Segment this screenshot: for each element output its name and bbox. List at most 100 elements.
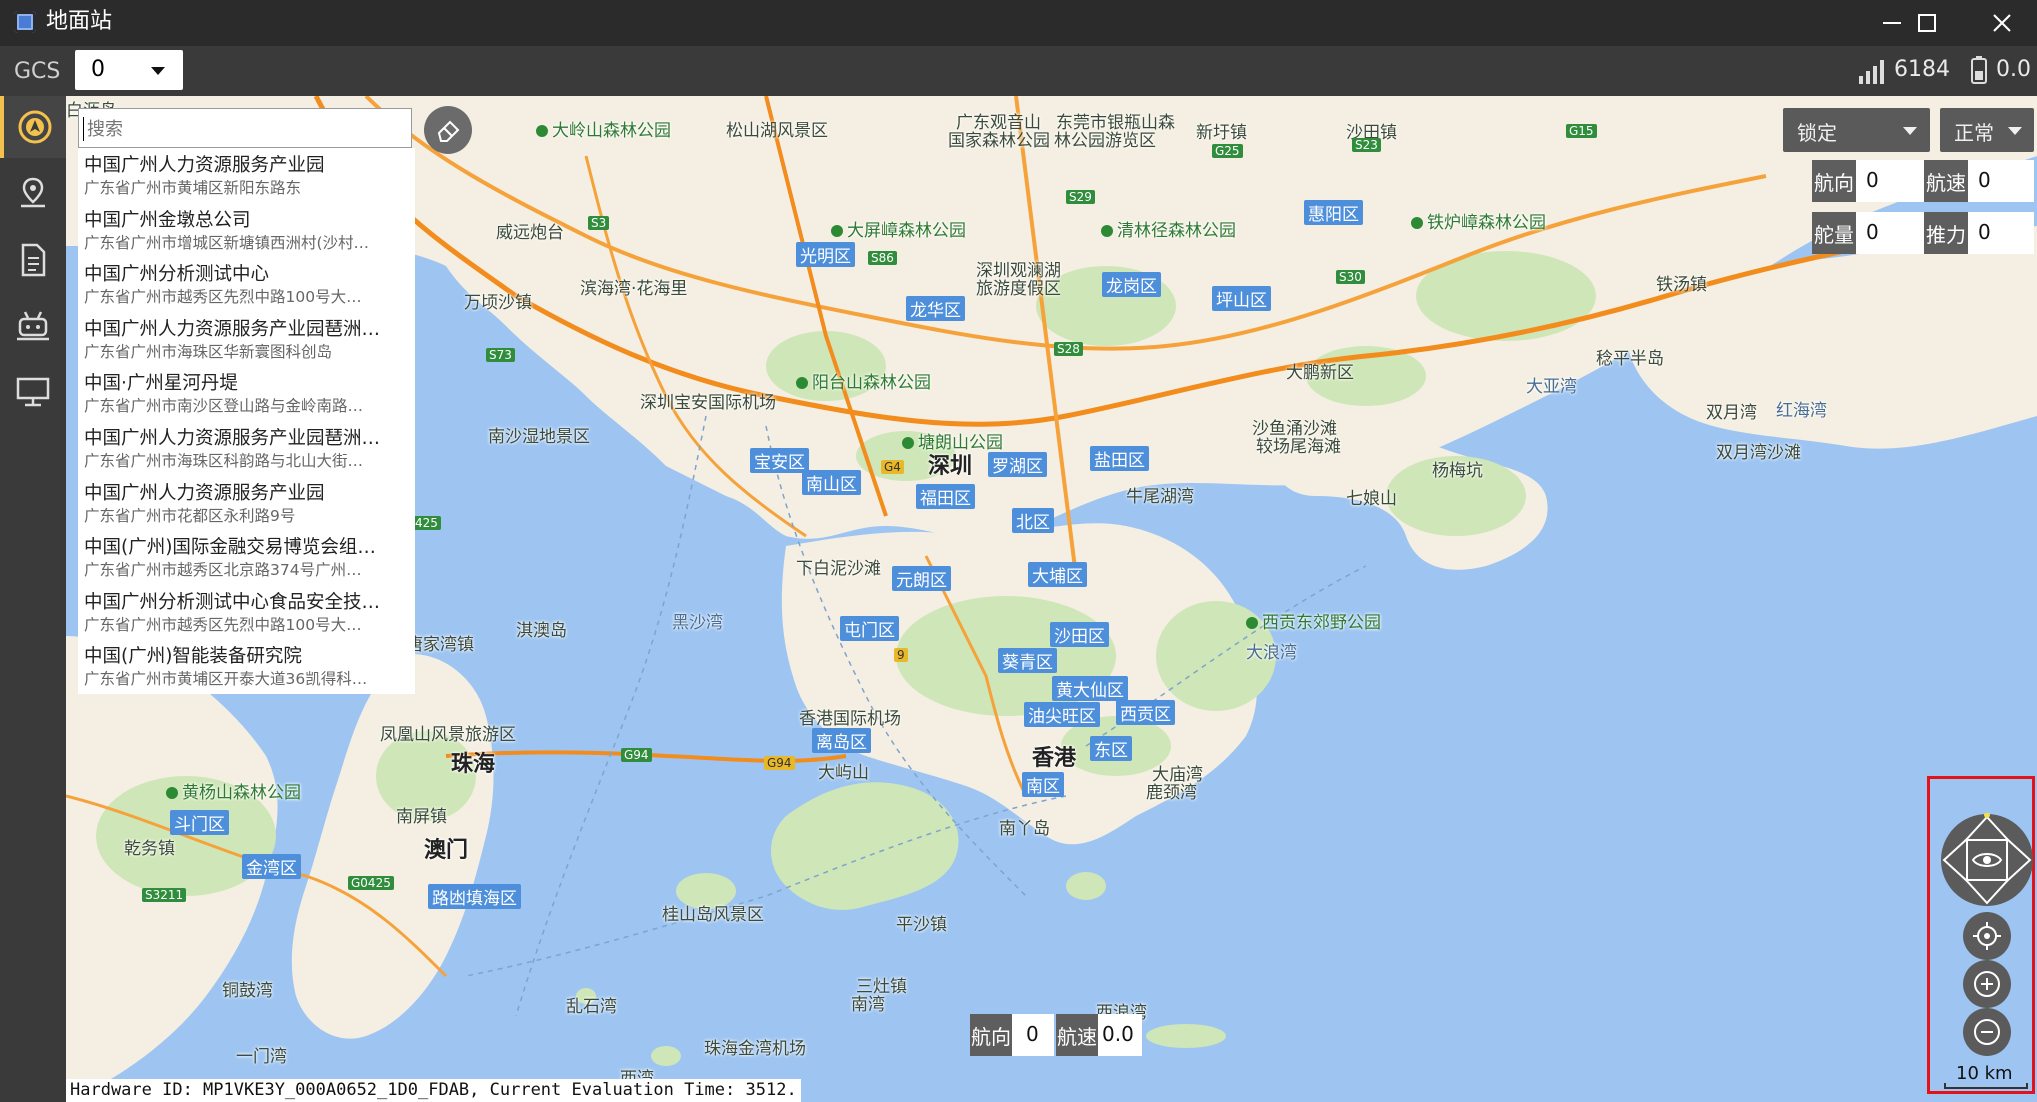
eraser-icon: [437, 120, 460, 142]
road-badge: S28: [1054, 342, 1083, 356]
zoom-out-button[interactable]: [1963, 1008, 2011, 1056]
heading-label: 航向: [1812, 160, 1856, 202]
search-result-title: 中国·广州星河丹堤: [84, 373, 238, 395]
map-label-text: 红海湾: [1776, 401, 1827, 421]
lock-dropdown[interactable]: 锁定: [1783, 108, 1930, 152]
map-label-text: 元朗区: [896, 571, 947, 591]
map-label: 惠阳区: [1304, 200, 1363, 225]
map-label-text: 松山湖风景区: [726, 121, 828, 141]
map-label: 杨梅坑: [1432, 456, 1483, 481]
map-label: 珠海: [451, 746, 495, 778]
road-badge: S23: [1352, 138, 1381, 152]
map-label-text: 南湾: [851, 995, 885, 1015]
map-label-text: 牛尾湖湾: [1126, 487, 1194, 507]
chevron-down-icon: [2008, 127, 2022, 135]
rudder-input[interactable]: 0: [1856, 212, 1924, 254]
search-result-item[interactable]: 中国(广州)智能装备研究院 广东省广州市黄埔区开泰大道36凯得科…: [78, 639, 415, 694]
map-label-text: 龙岗区: [1106, 277, 1157, 297]
map-label-text: 铜鼓湾: [222, 981, 273, 1001]
map-label: 鹿颈湾: [1146, 778, 1197, 803]
text-cursor: [83, 117, 84, 141]
map-label-text: 南区: [1026, 777, 1060, 797]
search-result-item[interactable]: 中国广州分析测试中心食品安全技… 广东省广州市越秀区先烈中路100号大…: [78, 585, 415, 640]
bottom-heading-label: 航向: [970, 1014, 1012, 1056]
map-label-text: 南屏镇: [396, 807, 447, 827]
map-label: 大屿山: [818, 758, 869, 783]
search-result-item[interactable]: 中国广州人力资源服务产业园 广东省广州市黄埔区新阳东路东: [78, 148, 415, 203]
sidebar-item-display[interactable]: [0, 361, 66, 423]
search-result-item[interactable]: 中国广州人力资源服务产业园 广东省广州市花都区永利路9号: [78, 476, 415, 531]
zoom-in-button[interactable]: [1963, 960, 2011, 1008]
map-label-text: 珠海金湾机场: [704, 1039, 806, 1059]
map-label: 南区: [1022, 772, 1064, 797]
sidebar-item-log[interactable]: [0, 229, 66, 291]
map-label: 林公园游览区: [1054, 126, 1156, 151]
clear-button[interactable]: [424, 106, 472, 154]
map-label-text: 大亚湾: [1526, 377, 1577, 397]
search-result-address: 广东省广州市海珠区科韵路与北山大街…: [84, 452, 364, 470]
map-label-text: 金湾区: [246, 859, 297, 879]
map-label-text: 七娘山: [1346, 489, 1397, 509]
gcs-dropdown[interactable]: 0: [75, 50, 183, 90]
close-icon[interactable]: [1967, 0, 2037, 46]
map-label-text: 大鹏新区: [1286, 363, 1354, 383]
window-title: 地面站: [46, 9, 113, 34]
map-label: 北区: [1012, 508, 1054, 533]
map-label-text: 香港国际机场: [799, 709, 901, 729]
search-result-item[interactable]: 中国·广州星河丹堤 广东省广州市南沙区登山路与金岭南路…: [78, 366, 415, 421]
map-label-text: 澳门: [424, 838, 469, 863]
maximize-icon[interactable]: [1892, 0, 1962, 46]
map-label-text: 铁汤镇: [1656, 275, 1707, 295]
map-label-text: 葵青区: [1002, 653, 1053, 673]
view-direction-pad[interactable]: [1940, 813, 2034, 907]
map-label-text: 沙田区: [1054, 627, 1105, 647]
map-label: 乱石湾: [566, 992, 617, 1017]
map-label-text: 唐家湾镇: [406, 635, 474, 655]
map-label: 南屏镇: [396, 802, 447, 827]
hardware-id-text: Hardware ID: MP1VKE3Y_000A0652_1D0_FDAB,…: [66, 1079, 801, 1102]
map-label-text: 一门湾: [236, 1047, 287, 1067]
heading-input[interactable]: 0: [1856, 160, 1924, 202]
map-label-text: 国家森林公园: [948, 131, 1050, 151]
sidebar-item-waypoints[interactable]: [0, 162, 66, 224]
search-result-item[interactable]: 中国广州金墩总公司 广东省广州市增城区新塘镇西洲村(沙村…: [78, 203, 415, 258]
map-label: 南山区: [802, 470, 861, 495]
search-result-title: 中国广州人力资源服务产业园琶洲…: [84, 428, 381, 449]
map-label-text: 鹿颈湾: [1146, 783, 1197, 803]
locate-button[interactable]: [1963, 912, 2011, 960]
map-label-text: 路凼填海区: [432, 889, 517, 909]
thrust-input[interactable]: 0: [1968, 212, 2034, 254]
mode-dropdown[interactable]: 正常: [1940, 108, 2034, 152]
search-box[interactable]: [78, 108, 412, 148]
search-result-item[interactable]: 中国广州人力资源服务产业园琶洲… 广东省广州市海珠区科韵路与北山大街…: [78, 421, 415, 476]
map-label-text: 大埔区: [1032, 567, 1083, 587]
search-input[interactable]: [85, 115, 399, 143]
search-result-item[interactable]: 中国广州分析测试中心 广东省广州市越秀区先烈中路100号大…: [78, 257, 415, 312]
search-result-item[interactable]: 中国(广州)国际金融交易博览会组… 广东省广州市越秀区北京路374号广州…: [78, 530, 415, 585]
road-badge: S3: [588, 216, 610, 230]
map-label: 屯门区: [840, 616, 899, 641]
gcs-selected-value: 0: [91, 57, 105, 82]
sidebar-item-navigation[interactable]: [0, 96, 66, 158]
map-label: 新圩镇: [1196, 118, 1247, 143]
map-label-text: 福田区: [920, 489, 971, 509]
map-label: 福田区: [916, 484, 975, 509]
search-result-address: 广东省广州市越秀区北京路374号广州…: [84, 561, 362, 580]
search-result-item[interactable]: 中国广州人力资源服务产业园琶洲… 广东省广州市海珠区华新寰图科创岛: [78, 312, 415, 367]
map-label: 大岭山森林公园: [536, 116, 671, 141]
map-label: 西贡区: [1116, 700, 1175, 725]
map-label-text: 大浪湾: [1246, 643, 1297, 663]
road-badge: S73: [486, 348, 515, 362]
sidebar-item-vehicle[interactable]: [0, 295, 66, 357]
map-label-text: 凤凰山风景旅游区: [380, 725, 516, 745]
map-label-text: 大屿山: [818, 763, 869, 783]
speed-input[interactable]: 0: [1968, 160, 2034, 202]
map-label-text: 黄大仙区: [1056, 681, 1124, 701]
road-badge: S86: [868, 251, 897, 265]
search-result-address: 广东省广州市越秀区先烈中路100号大…: [84, 288, 362, 307]
chevron-down-icon: [1903, 127, 1917, 135]
map-label: 黑沙湾: [672, 608, 723, 633]
map-label-text: 乾务镇: [124, 839, 175, 859]
bottom-speed-value: 0.0: [1098, 1014, 1142, 1056]
map-label-text: 较场尾海滩: [1256, 437, 1341, 457]
